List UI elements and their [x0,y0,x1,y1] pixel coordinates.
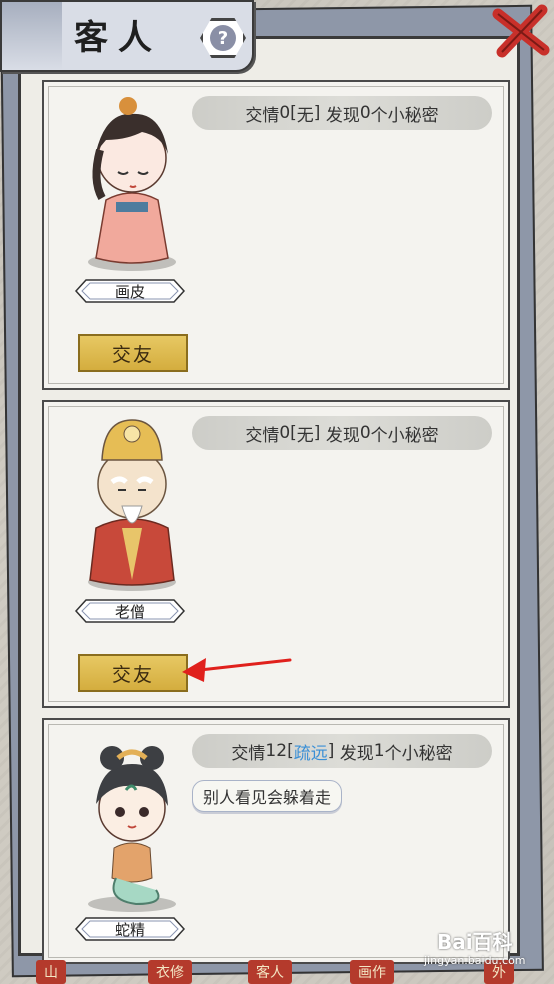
question-icon: ? [210,25,236,51]
guest-portrait-monk [88,419,176,591]
guest-info-bar: 交情 0[无] 发现 0 个小秘密 [192,416,492,450]
guest-info-bar: 交情 0[无] 发现 0 个小秘密 [192,96,492,130]
title-ink-decoration [2,2,62,70]
guest-name-plate: 老僧 [74,598,186,624]
close-button[interactable] [488,0,554,66]
tab-guests[interactable]: 客人 [248,960,292,984]
tab-costume[interactable]: 衣修 [148,960,192,984]
guest-card: 交情 12[疏远] 发现 1 个小秘密 别人看见会躲着走 蛇精 [42,718,510,964]
guest-name: 画皮 [114,282,145,301]
watermark: Bai百科 jingyan.baidu.com [424,930,526,967]
guest-card: 交情 0[无] 发现 0 个小秘密 画皮 交友 [42,80,510,390]
tab-paintings[interactable]: 画作 [350,960,394,984]
title-tab: 客人 ? [0,0,254,72]
help-button[interactable]: ? [200,18,246,58]
guest-name: 蛇精 [114,920,145,939]
guest-name-plate: 蛇精 [74,916,186,942]
befriend-button[interactable]: 交友 [78,654,188,692]
guest-name: 老僧 [114,602,145,621]
guest-info-bar: 交情 12[疏远] 发现 1 个小秘密 [192,734,492,768]
befriend-button[interactable]: 交友 [78,334,188,372]
pointer-arrow-icon [182,658,292,682]
guest-portrait-huapi [88,97,176,271]
page-title: 客人 [74,18,162,58]
close-icon [492,4,550,58]
guest-portrait-snake [88,746,176,912]
secret-tag[interactable]: 别人看见会躲着走 [192,780,343,812]
tab-mountain[interactable]: 山 [36,960,66,984]
guest-name-plate: 画皮 [74,278,186,304]
